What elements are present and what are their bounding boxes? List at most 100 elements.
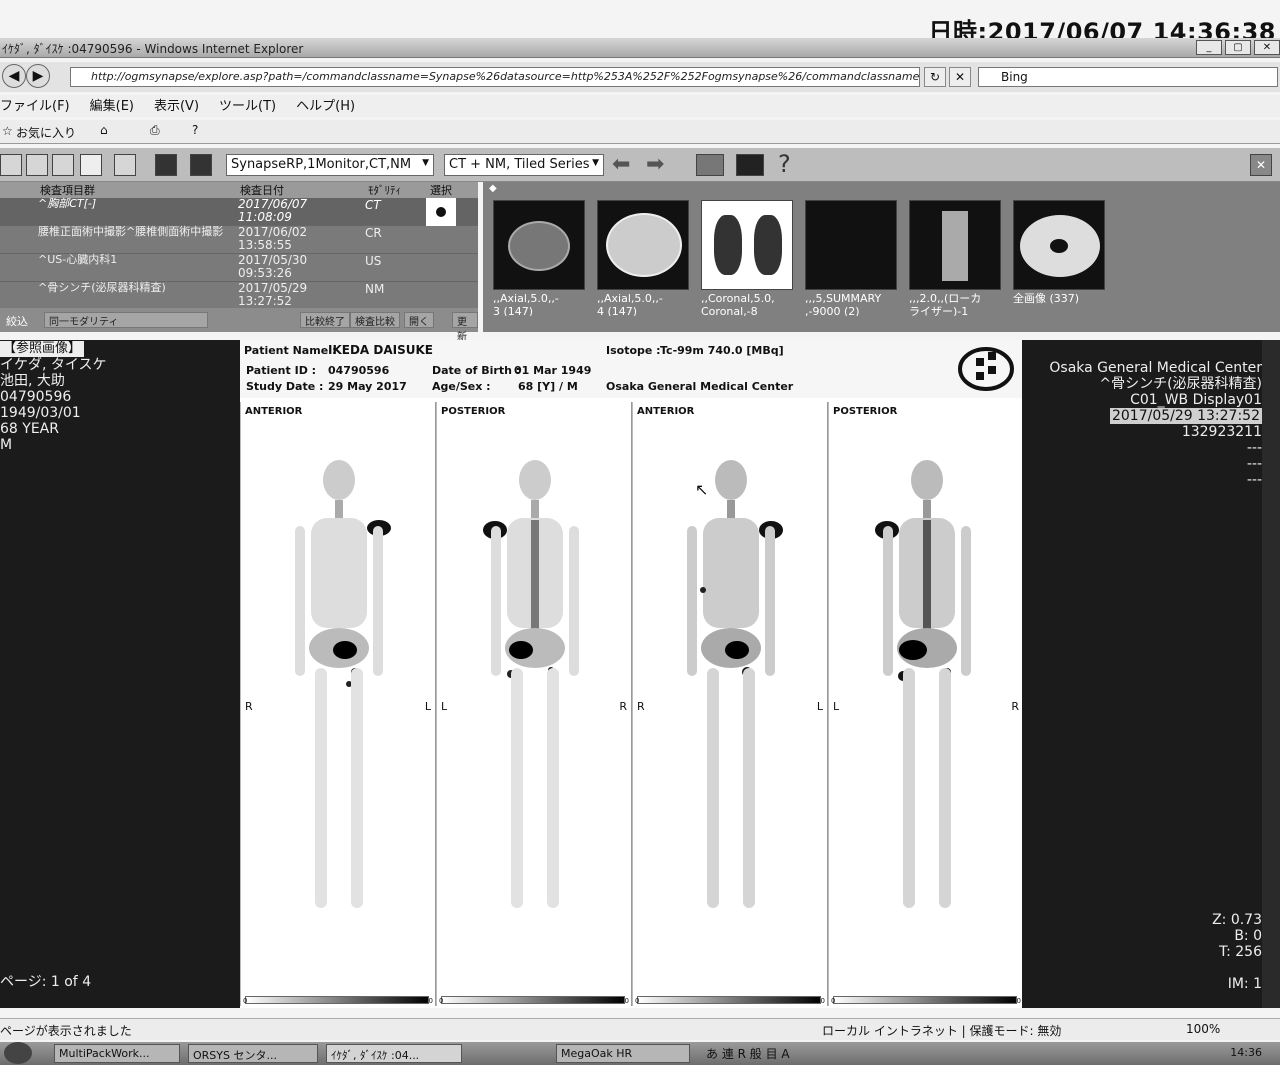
all-images-thumbnail-image — [1013, 200, 1105, 290]
url-input[interactable]: http://ogmsynapse/explore.asp?path=/comm… — [70, 67, 920, 87]
isotope-value: Tc-99m 740.0 [MBq] — [660, 344, 784, 357]
mpr-icon[interactable] — [736, 154, 764, 176]
patient-name-label: Patient Name : — [244, 344, 337, 357]
overlay-dash: --- — [1246, 440, 1262, 456]
taskbar-item[interactable]: ORSYS センタ... — [188, 1044, 318, 1063]
chevron-down-icon: ▼ — [422, 158, 429, 168]
viewer-scrollbar[interactable] — [1262, 340, 1280, 1008]
intensity-scale — [833, 996, 1017, 1004]
refresh-list-button[interactable]: 更新 — [452, 312, 478, 343]
window-title: ｲｹﾀﾞ, ﾀﾞｲｽｹ :04790596 - Windows Internet… — [2, 42, 304, 56]
diamond-icon: ◆ — [489, 183, 497, 194]
scale-min: 0 — [831, 997, 836, 1005]
bone-scan-panel[interactable]: Patient Name : IKEDA DAISUKE Isotope : T… — [240, 340, 1024, 1008]
scan-view[interactable]: POSTERIOR L R 0 70 — [828, 402, 1024, 1006]
study-row[interactable]: ^US-心臓内科1 2017/05/30 09:53:26 US — [0, 254, 478, 282]
close-panel-icon[interactable]: ✕ — [1250, 154, 1272, 176]
study-list-footer: 絞込 同一モダリティ 比較終了 検査比較 開く 更新 — [0, 308, 478, 343]
forward-button[interactable]: ▶ — [26, 64, 50, 88]
stop-button[interactable]: ✕ — [949, 67, 971, 87]
image-number: IM: 1 — [1227, 976, 1262, 992]
ct-axial-thumbnail-image — [597, 200, 689, 290]
film-icon[interactable] — [190, 154, 212, 176]
prev-arrow-icon[interactable]: ⬅ — [612, 152, 630, 177]
agesex-label: Age/Sex : — [432, 380, 491, 393]
window-titlebar: ｲｹﾀﾞ, ﾀﾞｲｽｹ :04790596 - Windows Internet… — [0, 38, 1280, 58]
zoom-level[interactable]: 100% — [1186, 1022, 1220, 1036]
series-thumbnail[interactable]: 全画像 (337) — [1013, 200, 1105, 320]
question-icon[interactable]: ? — [778, 150, 791, 178]
series-thumbnail[interactable]: ,,Coronal,5.0, Coronal,-8 — [701, 200, 793, 320]
study-date-label: Study Date : — [246, 380, 324, 393]
accession-number: 132923211 — [1181, 424, 1262, 440]
refresh-button[interactable]: ↻ — [924, 67, 946, 87]
study-row[interactable]: 腰椎正面術中撮影^腰椎側面術中撮影 2017/06/02 13:58:55 CR — [0, 226, 478, 254]
clock: 14:36 — [1230, 1046, 1262, 1059]
page-icon[interactable] — [26, 154, 48, 176]
next-arrow-icon[interactable]: ➡ — [646, 152, 664, 177]
overlay-dash: --- — [1246, 472, 1262, 488]
series-thumbnail[interactable]: ,,,5,SUMMARY ,-9000 (2) — [805, 200, 897, 320]
home-icon[interactable]: ⌂ — [100, 123, 108, 137]
thumbnail-label: ,,Coronal,5.0, Coronal,-8 — [701, 292, 775, 316]
restore-button[interactable]: ▢ — [1225, 40, 1251, 55]
study-date-value: 29 May 2017 — [328, 380, 407, 393]
start-button[interactable] — [4, 1042, 32, 1064]
window-icon[interactable] — [114, 154, 136, 176]
minimize-button[interactable]: _ — [1196, 40, 1222, 55]
study-name: 腰椎正面術中撮影^腰椎側面術中撮影 — [38, 225, 224, 238]
skeleton-image — [875, 460, 971, 908]
study-row[interactable]: ^胸部CT[-] 2017/06/07 11:08:09 CT — [0, 198, 478, 226]
menu-file[interactable]: ファイル(F) — [0, 95, 70, 117]
menu-tools[interactable]: ツール(T) — [219, 95, 276, 117]
scan-view[interactable]: ANTERIOR R L 0 70 ↖ — [632, 402, 828, 1006]
patient-name-kanji: 池田, 大助 — [0, 373, 65, 389]
taskbar-item[interactable]: ｲｹﾀﾞ, ﾀﾞｲｽｹ :04... — [326, 1044, 462, 1063]
display-name: C01_WB Display01 — [1130, 392, 1262, 408]
favorites-button[interactable]: お気に入り — [16, 124, 76, 141]
orientation-right: L — [424, 700, 431, 713]
study-row[interactable]: ^骨シンチ(泌尿器科精査) 2017/05/29 13:27:52 NM — [0, 282, 478, 310]
close-window-button[interactable]: ✕ — [1254, 40, 1280, 55]
viewer-toolbar: SynapseRP,1Monitor,CT,NM ▼ CT + NM, Tile… — [0, 148, 1280, 182]
search-input[interactable]: Bing — [978, 67, 1278, 87]
taskbar-item[interactable]: MegaOak HR — [556, 1044, 690, 1063]
orientation-right: R — [1011, 700, 1019, 713]
series-thumbnail[interactable]: ,,Axial,5.0,,- 3 (147) — [493, 200, 585, 320]
open-button[interactable]: 開く — [404, 312, 434, 328]
list-icon[interactable] — [0, 154, 22, 176]
menu-help[interactable]: ヘルプ(H) — [296, 95, 355, 117]
taskbar-item[interactable]: MultiPackWork... — [54, 1044, 180, 1063]
orientation-left: R — [245, 700, 253, 713]
v-icon[interactable] — [80, 154, 102, 176]
patient-name-kana: イケダ, タイスケ — [0, 357, 107, 373]
series-thumbnail[interactable]: ,,Axial,5.0,,- 4 (147) — [597, 200, 689, 320]
layout-select[interactable]: SynapseRP,1Monitor,CT,NM ▼ — [226, 154, 434, 176]
compare-end-button[interactable]: 比較終了 — [300, 312, 350, 328]
help-icon[interactable]: ? — [192, 123, 198, 137]
scan-view[interactable]: ANTERIOR R L 0 150 — [240, 402, 436, 1006]
texture-icon[interactable] — [696, 154, 724, 176]
layout-icon[interactable] — [155, 154, 177, 176]
filter-select[interactable]: 同一モダリティ — [44, 312, 208, 328]
scale-max: 150 — [419, 997, 433, 1005]
series-thumbnail[interactable]: ,,,2.0,,(ローカ ライザー)-1 — [909, 200, 1001, 320]
grid-icon[interactable] — [52, 154, 74, 176]
address-bar-row: ◀ ▶ http://ogmsynapse/explore.asp?path=/… — [0, 62, 1280, 92]
view-label: POSTERIOR — [833, 406, 898, 417]
scale-min: 0 — [243, 997, 248, 1005]
summary-thumbnail-image — [805, 200, 897, 290]
stop-icon: ✕ — [954, 70, 966, 84]
menu-edit[interactable]: 編集(E) — [90, 95, 134, 117]
menu-view[interactable]: 表示(V) — [154, 95, 199, 117]
select-radio[interactable] — [426, 198, 456, 226]
compare-button[interactable]: 検査比較 — [350, 312, 400, 328]
print-icon[interactable]: ⎙ — [150, 123, 160, 138]
ime-bar[interactable]: あ 連 R 般 目 A — [706, 1045, 790, 1062]
scan-view[interactable]: POSTERIOR L R 0 150 — [436, 402, 632, 1006]
scale-min: 0 — [635, 997, 640, 1005]
favorites-star-icon: ☆ — [2, 124, 13, 138]
back-button[interactable]: ◀ — [2, 64, 26, 88]
series-select[interactable]: CT + NM, Tiled Series ▼ — [444, 154, 604, 176]
left-overlay: 【参照画像】 イケダ, タイスケ 池田, 大助 04790596 1949/03… — [0, 340, 240, 1008]
